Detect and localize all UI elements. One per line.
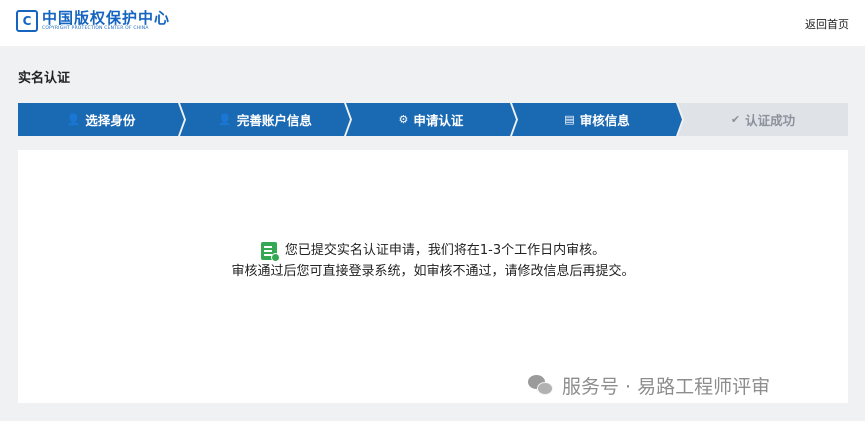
document-icon: ▤ [564,113,575,126]
logo-title: 中国版权保护中心 [42,9,171,27]
watermark: 服务号 · 易路工程师评审 [528,372,770,399]
site-logo[interactable]: C 中国版权保护中心 COPYRIGHT PROTECTION CENTER O… [16,10,170,32]
step-label: 认证成功 [745,113,796,128]
step-label: 完善账户信息 [236,113,312,128]
copyright-logo-icon: C [16,10,38,32]
main-content-panel: 您已提交实名认证申请，我们将在1-3个工作日内审核。 审核通过后您可直接登录系统… [18,150,848,403]
user-edit-icon: 👤 [218,113,232,126]
submission-message: 您已提交实名认证申请，我们将在1-3个工作日内审核。 审核通过后您可直接登录系统… [18,240,848,282]
check-circle-icon: ✔ [730,113,741,126]
message-text-1: 您已提交实名认证申请，我们将在1-3个工作日内审核。 [284,243,606,258]
message-line-1: 您已提交实名认证申请，我们将在1-3个工作日内审核。 [18,240,848,262]
user-icon: 👤 [66,113,81,126]
document-check-icon [260,241,280,262]
logo-subtitle: COPYRIGHT PROTECTION CENTER OF CHINA [42,26,149,31]
step-review-info: ▤ 审核信息 [512,103,682,136]
step-label: 选择身份 [85,113,136,128]
step-complete-account-info: 👤 完善账户信息 [180,103,350,136]
logo-text: 中国版权保护中心 COPYRIGHT PROTECTION CENTER OF … [42,10,170,32]
wechat-icon [528,374,554,397]
step-apply-certification: ⚙ 申请认证 [346,103,516,136]
top-header: C 中国版权保护中心 COPYRIGHT PROTECTION CENTER O… [0,0,865,46]
watermark-text: 服务号 · 易路工程师评审 [562,376,771,398]
step-label: 申请认证 [413,113,464,128]
step-select-identity: 👤 选择身份 [18,103,184,136]
message-text-2: 审核通过后您可直接登录系统，如审核不通过，请修改信息后再提交。 [231,264,635,279]
back-home-link[interactable]: 返回首页 [805,16,849,32]
progress-steps: 👤 选择身份 👤 完善账户信息 ⚙ 申请认证 ▤ 审核信息 ✔ 认证成功 [18,103,848,136]
step-label: 审核信息 [579,113,630,128]
gear-icon: ⚙ [398,113,409,126]
page-title: 实名认证 [18,71,71,86]
step-certification-success: ✔ 认证成功 [678,103,848,136]
